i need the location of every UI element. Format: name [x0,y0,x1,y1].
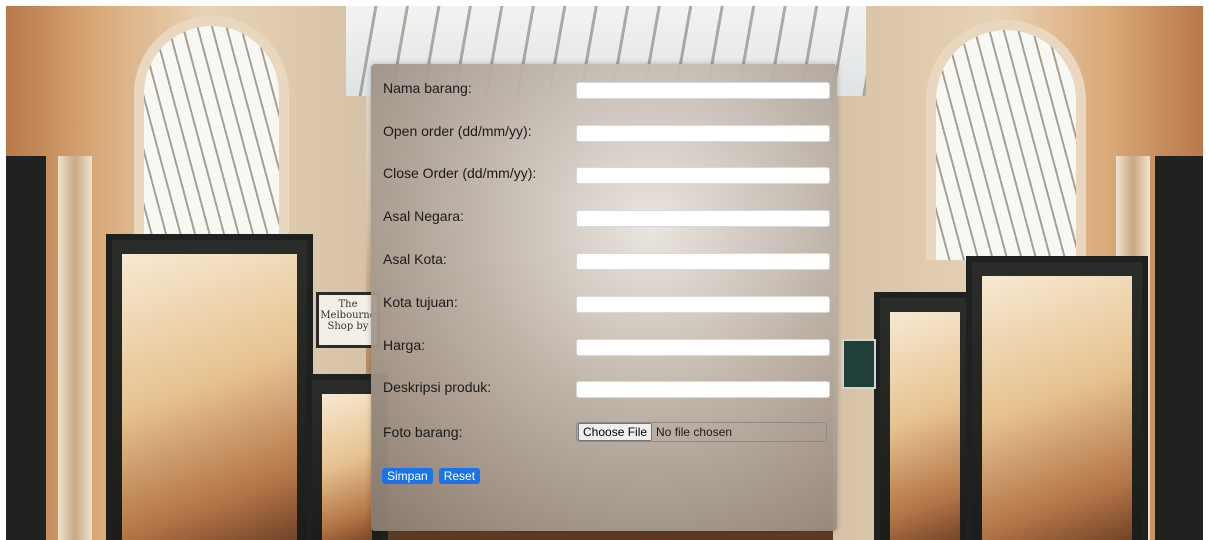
field-row-harga: Harga: [383,335,831,357]
close-order-input[interactable] [576,167,830,184]
deskripsi-produk-input[interactable] [576,381,830,398]
field-row-foto-barang: Foto barang: Choose File No file chosen [383,422,831,444]
field-row-asal-negara: Asal Negara: [383,206,831,228]
reset-button[interactable]: Reset [438,468,481,484]
arch-window-left [134,16,289,256]
foto-barang-file-input[interactable]: Choose File No file chosen [576,422,827,442]
field-row-deskripsi-produk: Deskripsi produk: [383,377,831,399]
field-label: Asal Kota: [383,251,447,267]
shop-window [122,254,297,540]
shop-window [890,312,960,540]
field-label: Kota tujuan: [383,294,458,310]
shopfront-right [966,256,1148,540]
shop-window [982,276,1132,540]
field-row-close-order: Close Order (dd/mm/yy): [383,163,831,185]
field-label: Close Order (dd/mm/yy): [383,165,537,181]
asal-negara-input[interactable] [576,210,830,227]
page: The Melbourne Shop by Nama barang: Open … [0,0,1209,540]
field-row-nama-barang: Nama barang: [383,78,831,100]
shopfront-right-small [874,292,976,540]
field-row-asal-kota: Asal Kota: [383,249,831,271]
arch-window-right [926,20,1086,260]
harga-input[interactable] [576,339,830,356]
field-label: Harga: [383,337,426,353]
field-label: Asal Negara: [383,208,464,224]
shopfront-left [106,234,313,540]
product-form: Nama barang: Open order (dd/mm/yy): Clos… [371,64,837,531]
field-label: Nama barang: [383,80,472,96]
field-row-open-order: Open order (dd/mm/yy): [383,121,831,143]
shop-sign-right [842,339,876,389]
storefront-edge-left [6,156,46,540]
shop-window [322,394,372,540]
field-row-kota-tujuan: Kota tujuan: [383,292,831,314]
pillar-left [58,156,92,540]
nama-barang-input[interactable] [576,82,830,99]
open-order-input[interactable] [576,125,830,142]
field-label: Deskripsi produk: [383,379,492,395]
storefront-edge-right [1155,156,1203,540]
kota-tujuan-input[interactable] [576,296,830,313]
simpan-button[interactable]: Simpan [382,468,433,484]
file-status-text: No file chosen [656,425,733,439]
asal-kota-input[interactable] [576,253,830,270]
field-label: Open order (dd/mm/yy): [383,123,532,139]
choose-file-button[interactable]: Choose File [578,423,653,441]
field-label: Foto barang: [383,424,463,440]
form-actions: Simpan Reset [382,468,481,484]
